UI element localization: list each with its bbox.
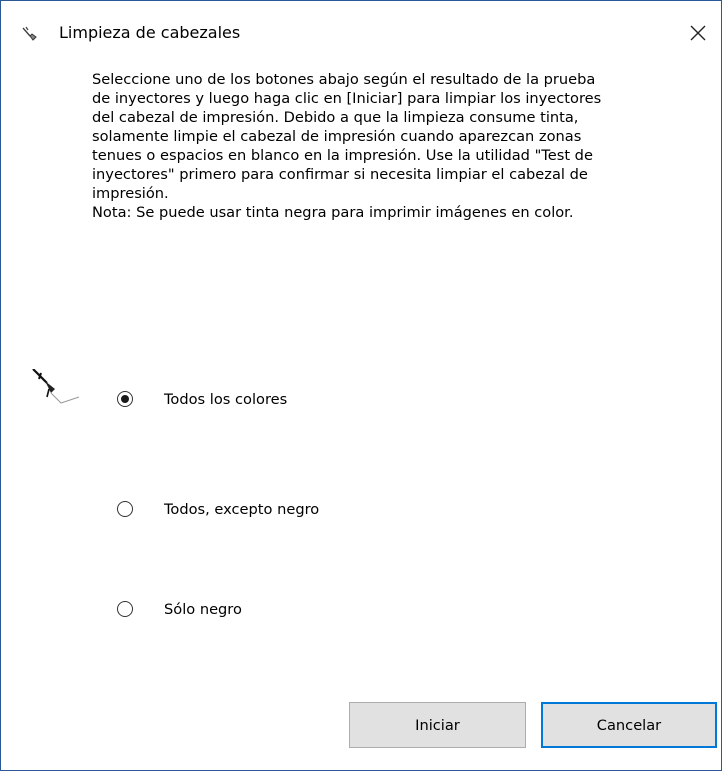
instructions-line: Nota: Se puede usar tinta negra para imp…: [92, 204, 574, 221]
instructions-line: de inyectores y luego haga clic en [Inic…: [92, 90, 602, 107]
option-label: Todos los colores: [164, 390, 288, 408]
instructions-line: solamente limpie el cabezal de impresión…: [92, 128, 582, 145]
option-label: Sólo negro: [164, 600, 242, 618]
dialog-title: Limpieza de cabezales: [59, 23, 241, 42]
title-bar: Limpieza de cabezales: [1, 1, 721, 63]
option-black-only[interactable]: Sólo negro: [117, 597, 242, 621]
instructions-line: del cabezal de impresión. Debido a que l…: [92, 109, 579, 126]
printer-brush-icon: [22, 26, 37, 41]
instructions-line: tenues o espacios en blanco en la impres…: [92, 147, 593, 164]
radio-all-except-black[interactable]: [117, 501, 133, 517]
cancel-button[interactable]: Cancelar: [541, 702, 717, 748]
instructions-line: Seleccione uno de los botones abajo segú…: [92, 71, 596, 88]
instructions-line: inyectores" primero para confirmar si ne…: [92, 166, 588, 183]
instructions-line: impresión.: [92, 185, 169, 202]
radio-all-colors[interactable]: [117, 391, 133, 407]
radio-black-only[interactable]: [117, 601, 133, 617]
close-button[interactable]: [675, 11, 721, 55]
option-all-colors[interactable]: Todos los colores: [117, 387, 287, 411]
instructions-text: Seleccione uno de los botones abajo segú…: [92, 70, 692, 222]
start-button[interactable]: Iniciar: [349, 702, 526, 748]
option-label: Todos, excepto negro: [164, 500, 320, 518]
option-all-except-black[interactable]: Todos, excepto negro: [117, 497, 319, 521]
close-icon: [690, 25, 706, 41]
head-cleaning-icon: [32, 369, 80, 404]
head-cleaning-dialog: Limpieza de cabezales Seleccione uno de …: [0, 0, 722, 771]
